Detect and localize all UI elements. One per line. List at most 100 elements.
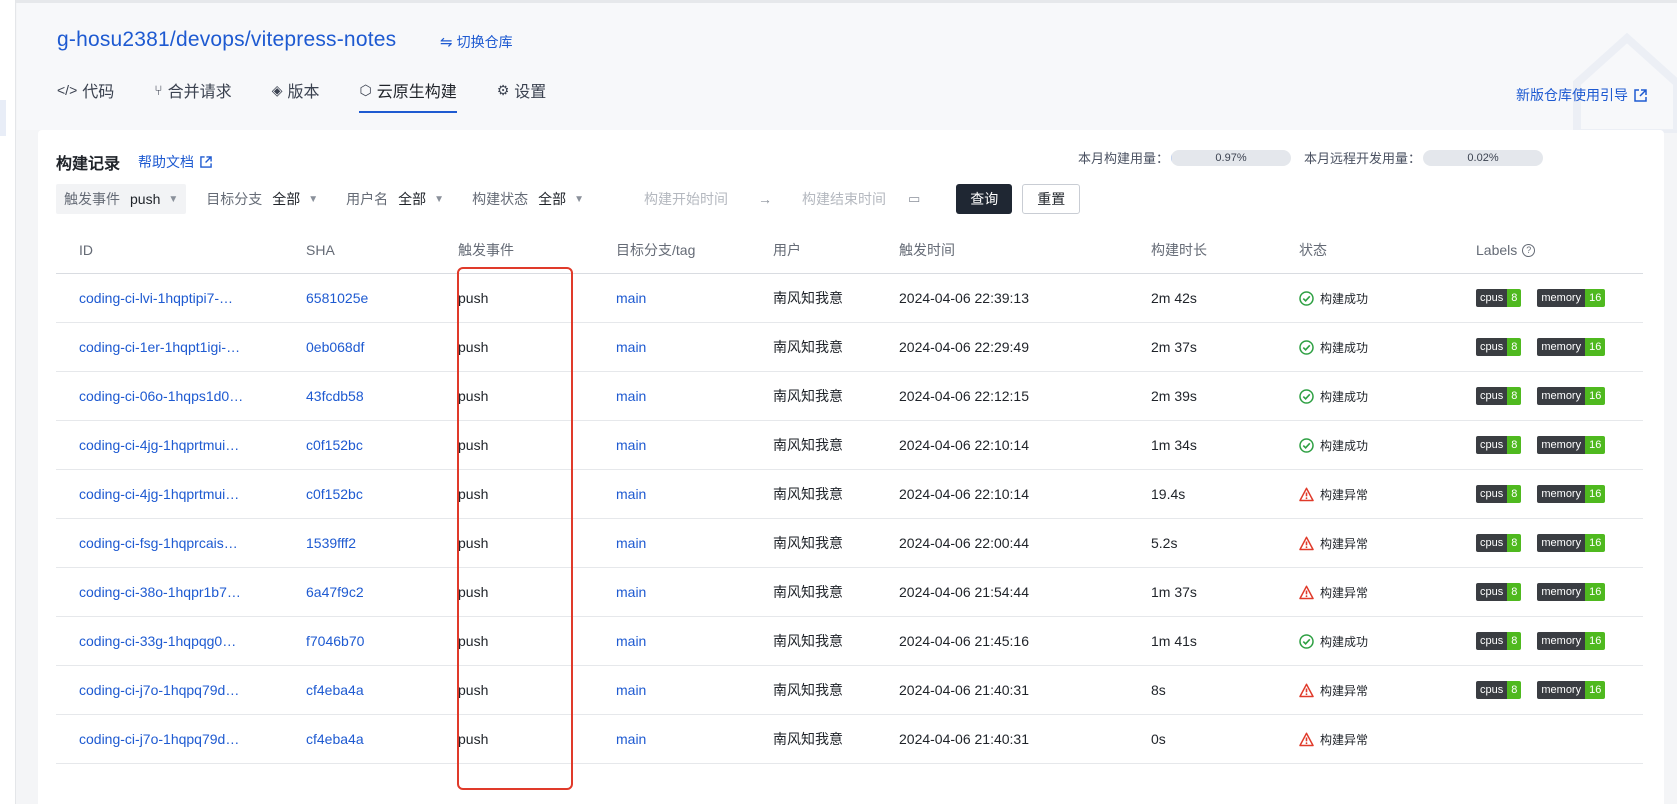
build-id-link[interactable]: coding-ci-1er-1hqpt1igi-… (79, 339, 240, 355)
tab-code[interactable]: </> 代码 (57, 75, 114, 111)
build-id-cell: coding-ci-1er-1hqpt1igi-… (79, 323, 259, 371)
sha-link[interactable]: f7046b70 (306, 633, 364, 649)
memory-label-tag: memory 16 (1537, 583, 1606, 601)
header-status: 状态 (1299, 242, 1327, 258)
sha-link[interactable]: 1539fff2 (306, 535, 356, 551)
labels-cell: cpus 8 memory 16 (1476, 666, 1646, 714)
warning-triangle-icon (1299, 536, 1314, 551)
header-time: 触发时间 (899, 242, 955, 258)
repo-title[interactable]: g-hosu2381/devops/vitepress-notes (57, 28, 396, 52)
branch-link[interactable]: main (616, 535, 646, 551)
table-row[interactable]: coding-ci-j7o-1hqpq79d… cf4eba4a push main 南… (56, 715, 1643, 764)
sha-link[interactable]: 43fcdb58 (306, 388, 364, 404)
duration-cell: 2m 42s (1151, 290, 1197, 306)
warning-triangle-icon (1299, 487, 1314, 502)
tab-merge-request[interactable]: ⑂ 合并请求 (154, 75, 231, 111)
build-id-link[interactable]: coding-ci-j7o-1hqpq79d… (79, 731, 239, 747)
time-cell: 2024-04-06 22:10:14 (899, 437, 1029, 453)
branch-link[interactable]: main (616, 290, 646, 306)
labels-cell: cpus 8 memory 16 (1476, 568, 1646, 616)
build-id-link[interactable]: coding-ci-lvi-1hqptipi7-… (79, 290, 233, 306)
build-id-link[interactable]: coding-ci-33g-1hqpqg0… (79, 633, 236, 649)
tab-gear[interactable]: ⚙ 设置 (497, 75, 547, 111)
branch-link[interactable]: main (616, 388, 646, 404)
tab-layers[interactable]: ◈ 版本 (272, 75, 320, 111)
build-id-link[interactable]: coding-ci-06o-1hqps1d0… (79, 388, 243, 404)
table-row[interactable]: coding-ci-j7o-1hqpq79d… cf4eba4a push main 南… (56, 666, 1643, 715)
time-cell: 2024-04-06 21:45:16 (899, 633, 1029, 649)
label-key: cpus (1476, 485, 1508, 503)
event-cell: push (458, 535, 489, 551)
table-row[interactable]: coding-ci-06o-1hqps1d0… 43fcdb58 push main 南… (56, 372, 1643, 421)
cpus-label-tag: cpus 8 (1476, 436, 1522, 454)
duration-cell: 2m 39s (1151, 388, 1197, 404)
branch-cell: main (616, 372, 736, 420)
question-icon[interactable]: ? (1522, 243, 1536, 257)
sha-link[interactable]: 6581025e (306, 290, 368, 306)
branch-link[interactable]: main (616, 731, 646, 747)
remote-dev-usage: 本月远程开发用量： 0.02% (1304, 148, 1544, 167)
reset-button[interactable]: 重置 (1022, 184, 1081, 214)
branch-link[interactable]: main (616, 486, 646, 502)
switch-repo-label: 切换仓库 (456, 34, 513, 50)
background-house-watermark-icon (1573, 32, 1677, 133)
status-cell: 构建异常 (1299, 470, 1449, 518)
sha-link[interactable]: c0f152bc (306, 437, 363, 453)
sha-link[interactable]: 6a47f9c2 (306, 584, 364, 600)
sha-link[interactable]: 0eb068df (306, 339, 364, 355)
user-cell: 南风知我意 (773, 290, 843, 306)
build-id-link[interactable]: coding-ci-fsg-1hqprcais… (79, 535, 238, 551)
sha-cell: cf4eba4a (306, 666, 426, 714)
labels-cell: cpus 8 memory 16 (1476, 323, 1646, 371)
table-row[interactable]: coding-ci-fsg-1hqprcais… 1539fff2 push main… (56, 519, 1643, 568)
caret-down-icon: ▼ (168, 193, 179, 205)
table-row[interactable]: coding-ci-lvi-1hqptipi7-… 6581025e push mai… (56, 274, 1643, 323)
sha-cell: f7046b70 (306, 617, 426, 665)
user-filter[interactable]: 用户名 全部 ▼ (338, 184, 452, 214)
start-time-input[interactable]: 构建开始时间 (644, 189, 728, 209)
status-cell: 构建成功 (1299, 323, 1449, 371)
build-id-cell: coding-ci-fsg-1hqprcais… (79, 519, 259, 567)
duration-cell: 5.2s (1151, 535, 1178, 551)
new-repo-guide-link[interactable]: 新版仓库使用引导 (1516, 85, 1647, 105)
build-id-link[interactable]: coding-ci-j7o-1hqpq79d… (79, 682, 239, 698)
remote-usage-bar: 0.02% (1423, 149, 1544, 166)
label-key: cpus (1476, 289, 1508, 307)
user-filter-value: 全部 (398, 191, 427, 207)
branch-link[interactable]: main (616, 437, 646, 453)
event-filter[interactable]: 触发事件 push ▼ (56, 184, 187, 214)
label-value: 16 (1585, 436, 1606, 454)
status-filter[interactable]: 构建状态 全部 ▼ (464, 184, 592, 214)
end-time-input[interactable]: 构建结束时间 (802, 189, 886, 209)
sha-link[interactable]: cf4eba4a (306, 682, 364, 698)
branch-link[interactable]: main (616, 682, 646, 698)
sha-link[interactable]: c0f152bc (306, 486, 363, 502)
query-button[interactable]: 查询 (956, 184, 1013, 214)
table-row[interactable]: coding-ci-1er-1hqpt1igi-… 0eb068df push mai… (56, 323, 1643, 372)
branch-link[interactable]: main (616, 633, 646, 649)
tab-label: 版本 (287, 84, 320, 101)
build-id-link[interactable]: coding-ci-4jg-1hqprtmui… (79, 486, 239, 502)
switch-repo-button[interactable]: ⇋ 切换仓库 (440, 32, 513, 52)
table-row[interactable]: coding-ci-4jg-1hqprtmui… c0f152bc push main… (56, 421, 1643, 470)
branch-link[interactable]: main (616, 339, 646, 355)
table-row[interactable]: coding-ci-33g-1hqpqg0… f7046b70 push main 南风… (56, 617, 1643, 666)
tab-cloud-build[interactable]: ⬡ 云原生构建 (359, 75, 457, 113)
table-row[interactable]: coding-ci-38o-1hqpr1b7… 6a47f9c2 push main 南… (56, 568, 1643, 617)
status-text: 构建成功 (1320, 291, 1369, 306)
date-range-picker[interactable]: 构建开始时间 → 构建结束时间 ▭ (644, 184, 920, 214)
build-id-cell: coding-ci-38o-1hqpr1b7… (79, 568, 259, 616)
time-cell: 2024-04-06 22:39:13 (899, 290, 1029, 306)
table-row[interactable]: coding-ci-4jg-1hqprtmui… c0f152bc push main… (56, 470, 1643, 519)
build-id-link[interactable]: coding-ci-4jg-1hqprtmui… (79, 437, 239, 453)
duration-cell: 8s (1151, 682, 1166, 698)
branch-link[interactable]: main (616, 584, 646, 600)
check-circle-icon (1299, 437, 1314, 453)
help-doc-link[interactable]: 帮助文档 (138, 152, 212, 172)
sha-link[interactable]: cf4eba4a (306, 731, 364, 747)
build-usage: 本月构建用量： 0.97% (1078, 148, 1292, 167)
labels-cell: cpus 8 memory 16 (1476, 470, 1646, 518)
build-id-link[interactable]: coding-ci-38o-1hqpr1b7… (79, 584, 241, 600)
check-circle-icon (1299, 339, 1314, 355)
branch-filter[interactable]: 目标分支 全部 ▼ (198, 184, 326, 214)
